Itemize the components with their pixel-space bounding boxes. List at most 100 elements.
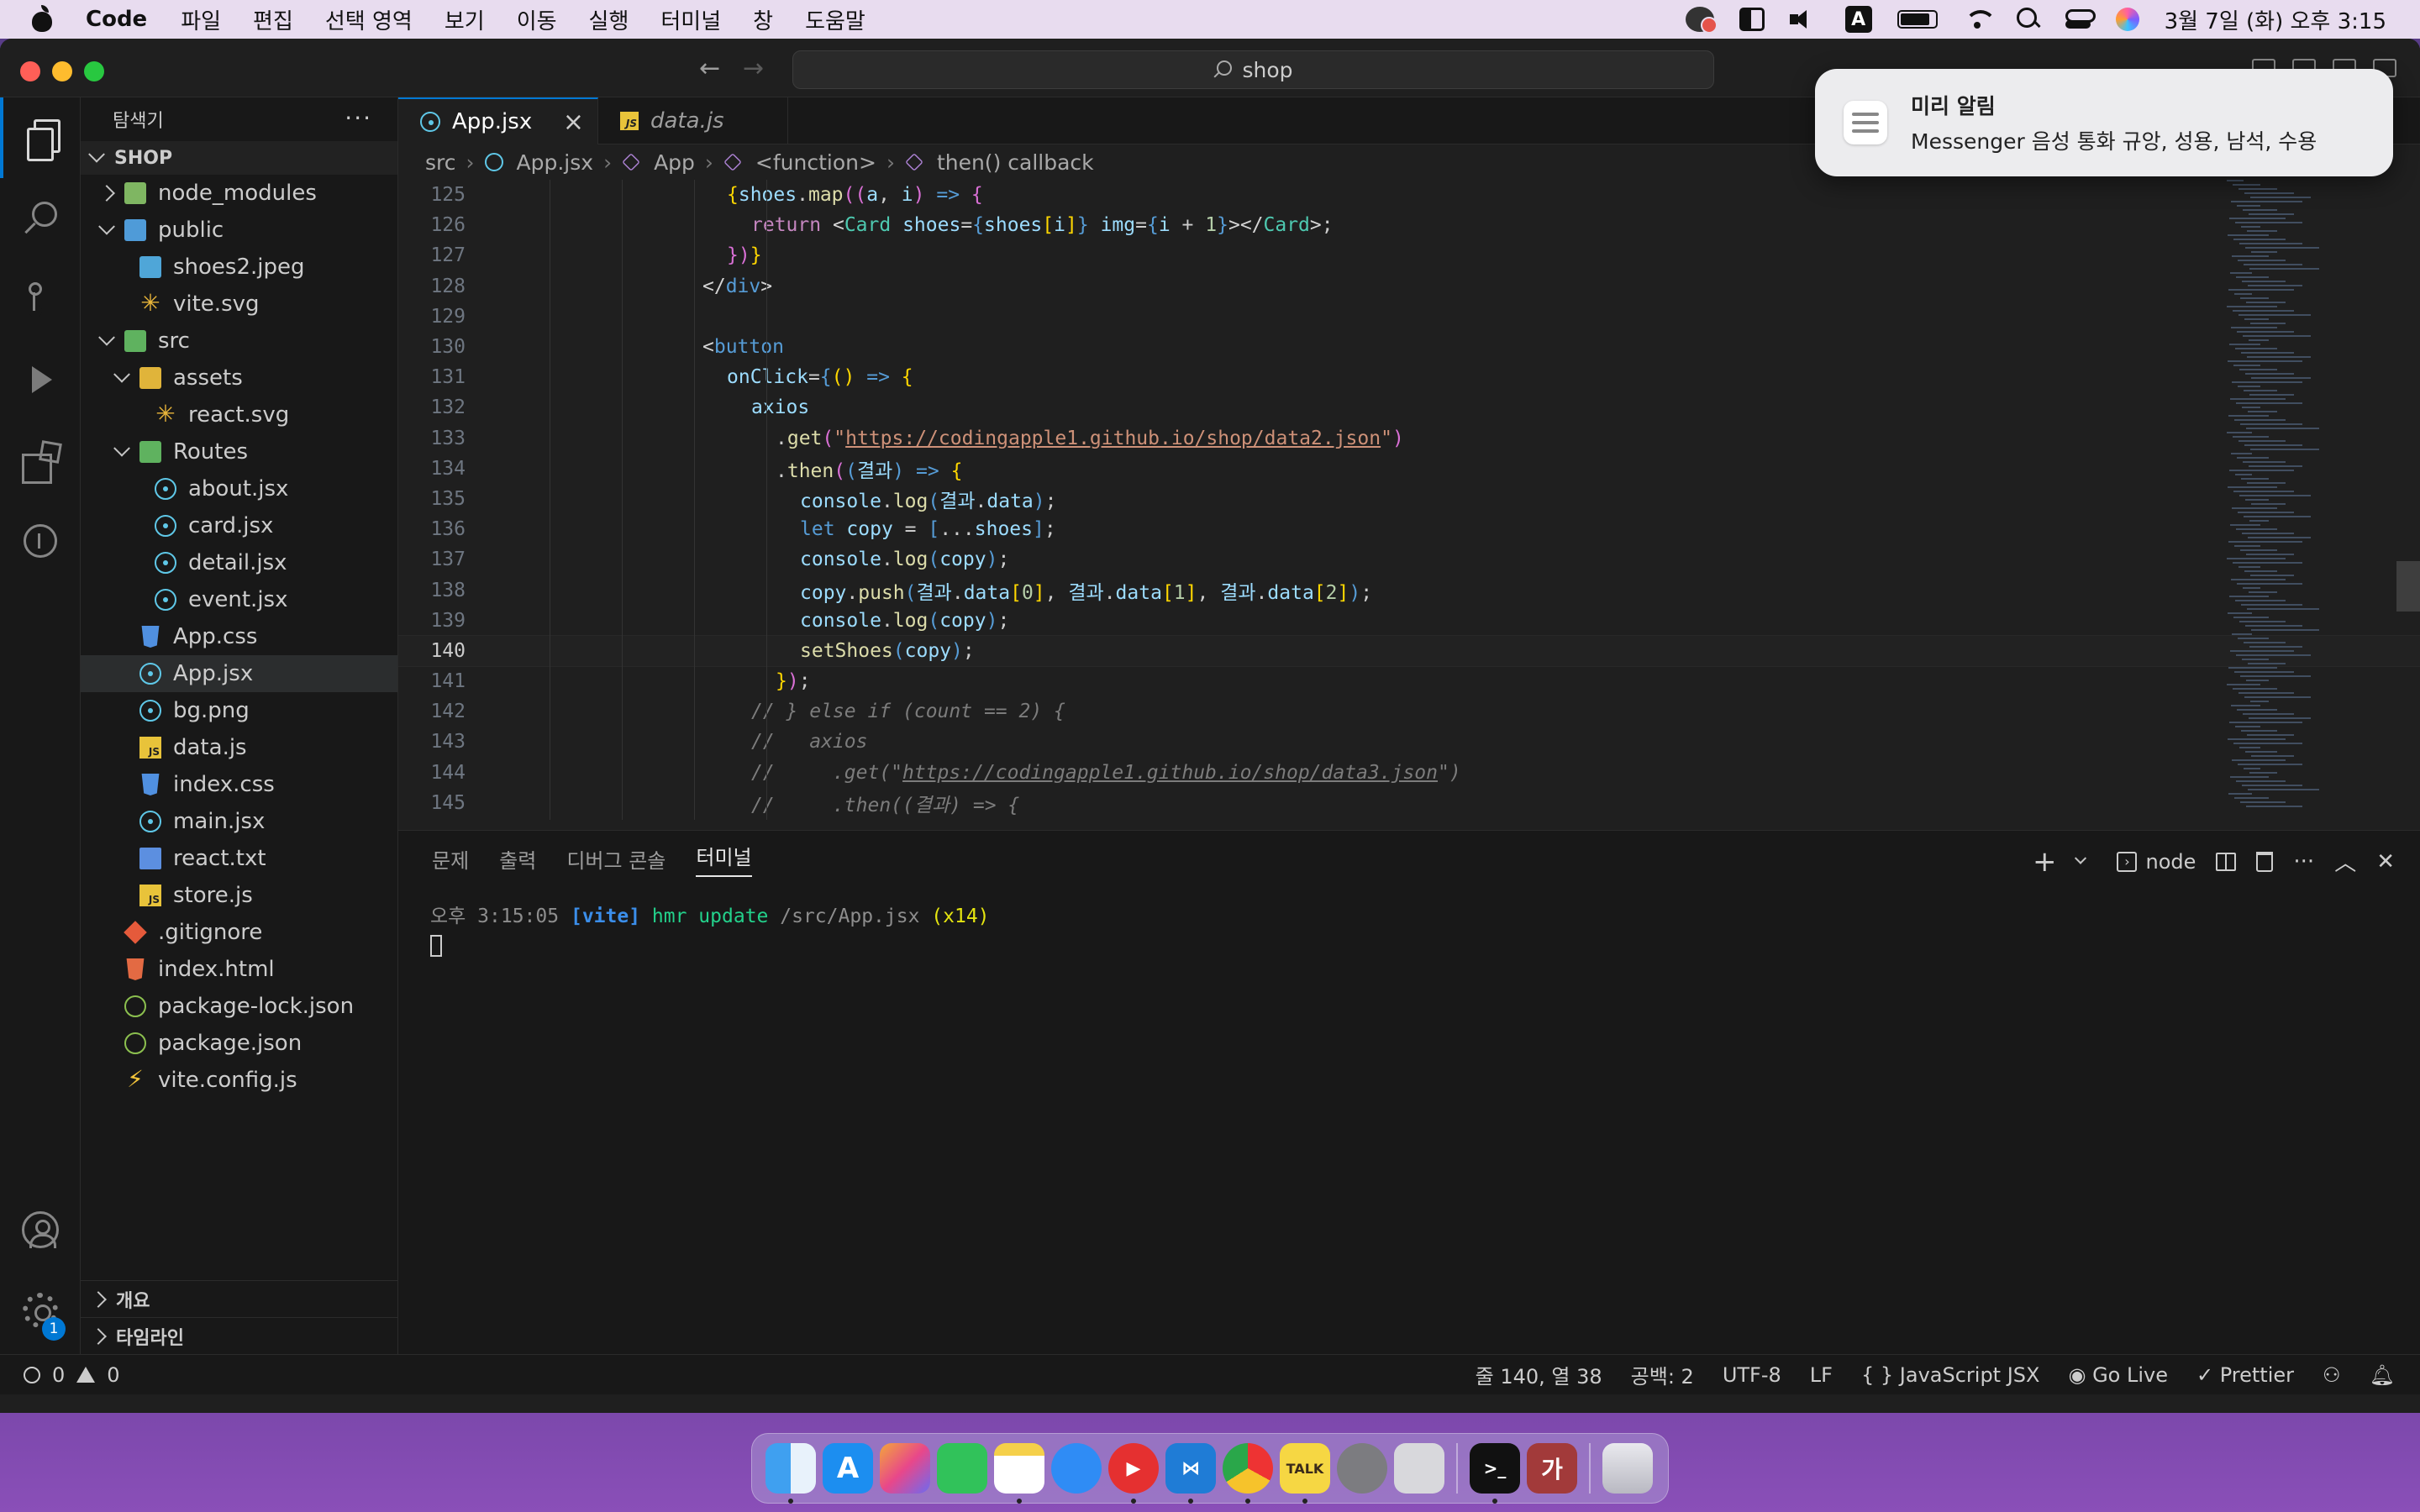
- menu-edit[interactable]: 편집: [253, 4, 293, 35]
- code-line[interactable]: 141});: [398, 666, 2420, 696]
- command-center-search[interactable]: shop: [792, 50, 1714, 89]
- reminder-notification[interactable]: 미리 알림 Messenger 음성 통화 규앙, 성용, 남석, 수용: [1815, 69, 2393, 190]
- tree-item[interactable]: shoes2.jpeg: [81, 249, 397, 286]
- tree-item[interactable]: assets: [81, 360, 397, 396]
- tree-item[interactable]: src: [81, 323, 397, 360]
- tree-item[interactable]: Routes: [81, 433, 397, 470]
- workspace-section-header[interactable]: SHOP: [81, 141, 397, 175]
- status-encoding[interactable]: UTF-8: [1723, 1363, 1781, 1387]
- menu-selection[interactable]: 선택 영역: [325, 4, 413, 35]
- more-icon[interactable]: ···: [2293, 849, 2314, 874]
- run-debug-button[interactable]: [0, 339, 81, 420]
- editor-scrollbar[interactable]: [2396, 561, 2420, 612]
- tab-data-js[interactable]: JS data.js: [598, 97, 788, 144]
- maximize-panel-icon[interactable]: ︿: [2334, 846, 2356, 877]
- tree-item[interactable]: ⚡ vite.config.js: [81, 1062, 397, 1099]
- code-line[interactable]: 142 // } else if (count == 2) {: [398, 696, 2420, 727]
- tab-problems[interactable]: 문제: [432, 844, 469, 874]
- maximize-window-button[interactable]: [84, 61, 104, 81]
- tree-item[interactable]: card.jsx: [81, 507, 397, 544]
- kakaotalk-icon[interactable]: TALK: [1280, 1443, 1330, 1504]
- forward-arrow-icon[interactable]: →: [743, 54, 764, 83]
- code-line[interactable]: 128 </div>: [398, 271, 2420, 302]
- tree-item[interactable]: App.jsx: [81, 655, 397, 692]
- tree-item[interactable]: detail.jsx: [81, 544, 397, 581]
- tree-item[interactable]: event.jsx: [81, 581, 397, 618]
- volume-icon[interactable]: [1789, 8, 1820, 30]
- status-go-live[interactable]: ◉ Go Live: [2068, 1363, 2168, 1387]
- tree-item[interactable]: about.jsx: [81, 470, 397, 507]
- sidebar-toggle-icon[interactable]: [1739, 8, 1765, 31]
- terminal-output[interactable]: 오후 3:15:05 [vite] hmr update /src/App.js…: [430, 900, 990, 962]
- code-line[interactable]: 136 let copy = [...shoes];: [398, 514, 2420, 544]
- code-line[interactable]: 140 setShoes(copy);: [398, 634, 2420, 668]
- status-prettier[interactable]: ✓ Prettier: [2196, 1363, 2294, 1387]
- code-line[interactable]: 133 .get("https://codingapple1.github.io/…: [398, 423, 2420, 454]
- tree-item[interactable]: bg.png: [81, 692, 397, 729]
- vscode-icon[interactable]: ⋈: [1165, 1443, 1216, 1504]
- code-line[interactable]: 137 console.log(copy);: [398, 544, 2420, 575]
- code-line[interactable]: 135 console.log(결과.data);: [398, 484, 2420, 514]
- code-line[interactable]: 139 console.log(copy);: [398, 606, 2420, 636]
- code-line[interactable]: 132 axios: [398, 392, 2420, 423]
- tab-debug-console[interactable]: 디버그 콘솔: [566, 844, 666, 874]
- finder-icon[interactable]: [765, 1443, 816, 1504]
- close-tab-icon[interactable]: ×: [563, 108, 584, 137]
- code-line[interactable]: 143 // axios: [398, 727, 2420, 757]
- menu-terminal[interactable]: 터미널: [660, 4, 721, 35]
- breadcrumb-item-file[interactable]: App.jsx: [517, 150, 594, 175]
- explorer-button[interactable]: [0, 97, 81, 178]
- preview-icon[interactable]: [1394, 1443, 1444, 1494]
- menu-file[interactable]: 파일: [181, 4, 221, 35]
- extensions-button[interactable]: [0, 420, 81, 501]
- app-menu-code[interactable]: Code: [86, 7, 147, 32]
- status-problems[interactable]: 0 0: [24, 1363, 120, 1387]
- control-center-icon[interactable]: [2065, 8, 2096, 31]
- code-editor[interactable]: 125 {shoes.map((a, i) => {126 return <Card…: [398, 180, 2420, 820]
- feedback-icon[interactable]: ⚇: [2323, 1363, 2341, 1387]
- tree-item[interactable]: node_modules: [81, 175, 397, 212]
- status-eol[interactable]: LF: [1810, 1363, 1833, 1387]
- manage-button[interactable]: 1: [0, 1270, 81, 1351]
- code-line[interactable]: 127})}: [398, 240, 2420, 270]
- menubar-clock[interactable]: 3월 7일 (화) 오후 3:15: [2165, 4, 2386, 35]
- system-settings-icon[interactable]: [1337, 1443, 1387, 1494]
- tree-item[interactable]: .gitignore: [81, 914, 397, 951]
- chrome-icon[interactable]: [1223, 1443, 1273, 1504]
- accounts-button[interactable]: [0, 1189, 81, 1270]
- facetime-icon[interactable]: [937, 1443, 987, 1494]
- notes-icon[interactable]: [994, 1443, 1044, 1504]
- wifi-icon[interactable]: [1963, 8, 1996, 30]
- bell-icon[interactable]: 🔔︎: [2370, 1363, 2395, 1387]
- outline-section-header[interactable]: 개요: [81, 1280, 398, 1317]
- tab-output[interactable]: 출력: [499, 844, 536, 874]
- terminal-selector[interactable]: › node: [2117, 850, 2196, 874]
- more-actions-icon[interactable]: ···: [345, 104, 372, 132]
- source-control-button[interactable]: [0, 259, 81, 339]
- tree-item[interactable]: index.css: [81, 766, 397, 803]
- tree-item[interactable]: main.jsx: [81, 803, 397, 840]
- status-language[interactable]: { } JavaScript JSX: [1861, 1363, 2040, 1387]
- close-window-button[interactable]: [20, 61, 40, 81]
- code-line[interactable]: 126 return <Card shoes={shoes[i]} img={i …: [398, 210, 2420, 240]
- terminal-icon[interactable]: >_: [1470, 1443, 1520, 1504]
- notification-app-icon[interactable]: [1685, 7, 1718, 34]
- code-line[interactable]: 129: [398, 302, 2420, 332]
- spotlight-icon[interactable]: [2016, 8, 2040, 31]
- back-arrow-icon[interactable]: ←: [699, 54, 720, 83]
- git-graph-button[interactable]: [0, 501, 81, 581]
- tree-item[interactable]: ✳ vite.svg: [81, 286, 397, 323]
- close-panel-icon[interactable]: ✕: [2376, 849, 2395, 874]
- breadcrumb-item-function[interactable]: <function>: [755, 150, 876, 175]
- tree-item[interactable]: package-lock.json: [81, 988, 397, 1025]
- menu-run[interactable]: 실행: [589, 4, 629, 35]
- trash-icon[interactable]: [2256, 851, 2274, 872]
- tree-item[interactable]: App.css: [81, 618, 397, 655]
- tree-item[interactable]: index.html: [81, 951, 397, 988]
- tab-terminal[interactable]: 터미널: [696, 841, 752, 877]
- tree-item[interactable]: JS store.js: [81, 877, 397, 914]
- tree-item[interactable]: public: [81, 212, 397, 249]
- launchpad-icon[interactable]: [880, 1443, 930, 1494]
- breadcrumb-item-callback[interactable]: then() callback: [937, 150, 1094, 175]
- code-line[interactable]: 130 <button: [398, 332, 2420, 362]
